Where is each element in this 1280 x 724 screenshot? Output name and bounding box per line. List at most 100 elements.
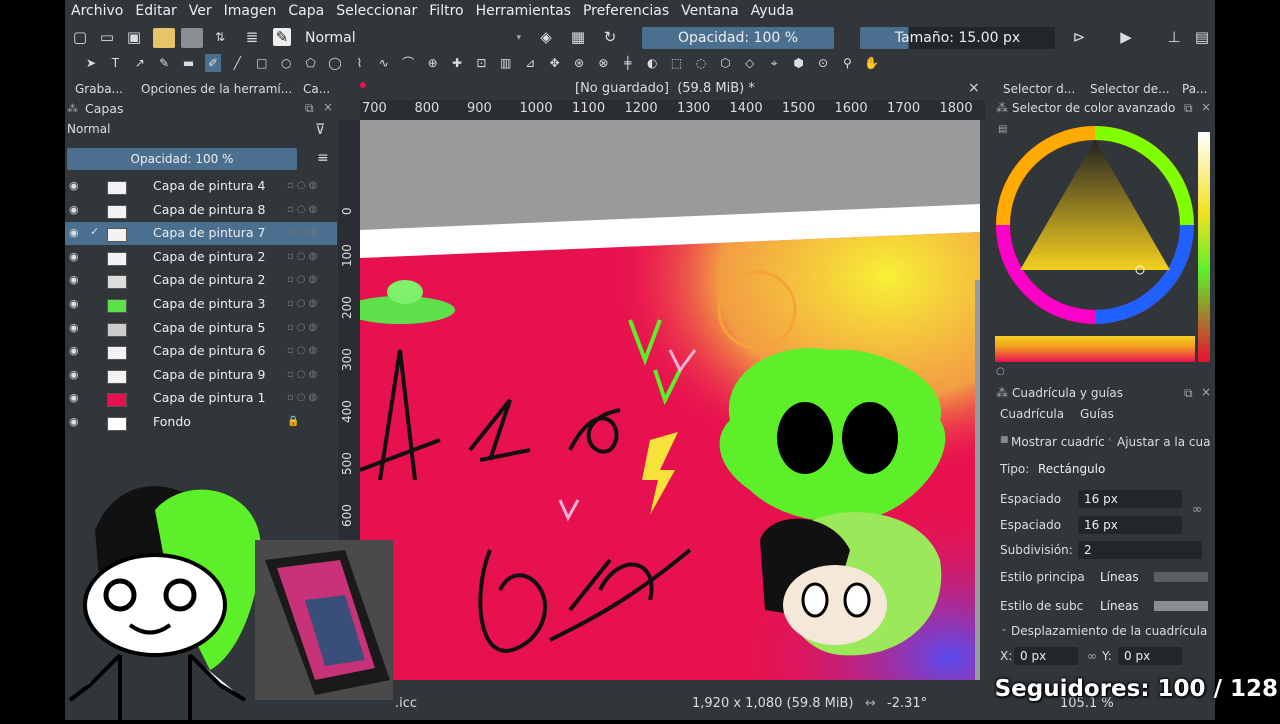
menu-imagen[interactable]: Imagen <box>218 3 283 19</box>
ellipse-icon[interactable]: ○ <box>278 54 294 72</box>
lock-icon[interactable]: ▫○◍ <box>287 274 320 285</box>
lock-icon[interactable]: ▫○◍ <box>287 369 320 380</box>
assistant-icon[interactable]: ✥ <box>547 54 563 72</box>
document-tab[interactable]: [No guardado] (59.8 MiB) * × <box>360 80 985 100</box>
drawing-canvas[interactable] <box>360 120 980 680</box>
tab-guides[interactable]: Guías <box>1080 407 1114 421</box>
tab-tool-options[interactable]: Opciones de la herramí... <box>141 82 292 96</box>
main-color-swatch[interactable] <box>1154 572 1208 582</box>
lock-icon[interactable]: ▫○◍ <box>287 345 320 356</box>
pan-icon[interactable]: ✋ <box>864 54 880 72</box>
contiguous-select-icon[interactable]: ⌖ <box>766 54 782 72</box>
tab-palette[interactable]: Pa... <box>1182 82 1208 96</box>
sub-style-select[interactable]: Líneas <box>1094 597 1154 615</box>
new-document-icon[interactable]: ▢ <box>71 28 89 46</box>
menu-ventana[interactable]: Ventana <box>675 3 745 19</box>
layer-row[interactable]: ◉ Capa de pintura 2 ▫○◍ <box>65 269 337 292</box>
pattern-icon[interactable]: ≣ <box>243 28 261 46</box>
layer-row[interactable]: ◉ Fondo 🔒 <box>65 411 337 434</box>
outline-select-icon[interactable]: ◇ <box>742 54 758 72</box>
layer-row[interactable]: ◉ Capa de pintura 6 ▫○◍ <box>65 340 337 363</box>
shade-selector[interactable] <box>995 336 1195 362</box>
reload-icon[interactable]: ↻ <box>601 28 619 46</box>
foreground-color-swatch[interactable] <box>153 28 175 48</box>
fill-icon[interactable]: ▬ <box>181 54 197 72</box>
gradient-icon[interactable]: ▥ <box>498 54 514 72</box>
lock-icon[interactable]: ▫○◍ <box>287 392 320 403</box>
float-icon-2[interactable]: ⧉ <box>1184 386 1193 401</box>
offset-label[interactable]: Desplazamiento de la cuadrícula <box>1011 624 1207 638</box>
menu-seleccionar[interactable]: Seleccionar <box>330 3 423 19</box>
background-color-swatch[interactable] <box>181 28 203 48</box>
freehand-brush-icon[interactable]: ✎ <box>156 54 172 72</box>
swap-colors-icon[interactable]: ⇅ <box>211 28 229 46</box>
freehand-path-icon[interactable]: ∿ <box>376 54 392 72</box>
lock-icon[interactable]: ▫○◍ <box>287 322 320 333</box>
drag-handle-icon-2[interactable]: ⁂ <box>996 386 1008 400</box>
lock-icon[interactable]: ▫○◍ <box>287 180 320 191</box>
brush-preset-icon[interactable]: ✎ <box>273 28 291 46</box>
workspace-icon[interactable]: ▤ <box>1193 28 1211 46</box>
size-slider[interactable]: Tamaño: 15.00 px <box>860 27 1055 49</box>
sub-color-swatch[interactable] <box>1154 601 1208 611</box>
menu-editar[interactable]: Editar <box>129 3 182 19</box>
layer-row[interactable]: ◉ Capa de pintura 5 ▫○◍ <box>65 317 337 340</box>
color-sampler-icon[interactable]: ⊿ <box>522 54 538 72</box>
wrap-icon[interactable]: ⊥ <box>1165 28 1183 46</box>
bezier-icon[interactable]: ⌇ <box>351 54 367 72</box>
eye-icon[interactable]: ◉ <box>69 368 79 381</box>
subdivision-input[interactable]: 2 <box>1078 541 1202 559</box>
link-icon[interactable]: ∞ <box>1192 502 1202 516</box>
blend-mode-select[interactable]: Normal ▾ <box>297 27 527 49</box>
polygon-select-icon[interactable]: ⬡ <box>717 54 733 72</box>
menu-filtro[interactable]: Filtro <box>423 3 469 19</box>
rectangle-icon[interactable]: □ <box>254 54 270 72</box>
close-icon-2[interactable]: × <box>1201 385 1211 399</box>
multibrush-icon[interactable]: ⊕ <box>425 54 441 72</box>
link-icon-2[interactable]: ∞ <box>1087 649 1097 663</box>
layer-row[interactable]: ◉ Capa de pintura 2 ▫○◍ <box>65 246 337 269</box>
menu-preferencias[interactable]: Preferencias <box>577 3 675 19</box>
polygon-icon[interactable]: ⬠ <box>303 54 319 72</box>
color-wheel[interactable] <box>995 122 1195 328</box>
eye-icon[interactable]: ◉ <box>69 250 79 263</box>
lock-icon[interactable]: ▫○◍ <box>287 298 320 309</box>
opacity-slider[interactable]: Opacidad: 100 % <box>642 27 834 49</box>
close-icon[interactable]: × <box>323 100 333 114</box>
show-grid-checkbox[interactable]: ■ <box>1000 435 1009 445</box>
eye-icon[interactable]: ◉ <box>69 297 79 310</box>
drag-handle-icon[interactable]: ⁂ <box>996 101 1008 115</box>
layer-blend-mode-select[interactable]: Normal <box>67 122 305 142</box>
grid-type-select[interactable]: Rectángulo <box>1032 460 1202 478</box>
rect-select-icon[interactable]: ⬚ <box>669 54 685 72</box>
layer-row[interactable]: ◉ Capa de pintura 3 ▫○◍ <box>65 293 337 316</box>
main-style-select[interactable]: Líneas <box>1094 568 1154 586</box>
lock-icon[interactable]: ▫○◍ <box>287 251 320 262</box>
offset-x-input[interactable]: 0 px <box>1014 647 1078 665</box>
zoom-icon[interactable]: ⚲ <box>839 54 855 72</box>
offset-y-input[interactable]: 0 px <box>1118 647 1182 665</box>
eye-icon[interactable]: ◉ <box>69 415 79 428</box>
eye-icon[interactable]: ◉ <box>69 179 79 192</box>
color-history-strip[interactable] <box>1198 132 1210 362</box>
spacing-x-input[interactable]: 16 px <box>1078 490 1182 508</box>
crop-icon[interactable]: ⊡ <box>473 54 489 72</box>
brush-icon[interactable]: ✐ <box>205 54 221 72</box>
menu-capa[interactable]: Capa <box>282 3 330 19</box>
select-shapes-icon[interactable]: ➤ <box>83 54 99 72</box>
layer-row[interactable]: ◉ Capa de pintura 9 ▫○◍ <box>65 364 337 387</box>
open-folder-icon[interactable]: ▭ <box>98 28 116 46</box>
menu-ver[interactable]: Ver <box>183 3 218 19</box>
float-icon[interactable]: ⧉ <box>1184 101 1193 116</box>
tab-layers-short[interactable]: Ca... <box>303 82 330 96</box>
move-icon[interactable]: ✚ <box>449 54 465 72</box>
reference-icon[interactable]: ⊗ <box>595 54 611 72</box>
mirror-vertical-icon[interactable]: ▶ <box>1117 28 1135 46</box>
tab-recorder[interactable]: Graba... <box>75 82 123 96</box>
filter-icon[interactable]: ⊽ <box>315 122 325 138</box>
eye-icon[interactable]: ◉ <box>69 321 79 334</box>
eye-icon[interactable]: ◉ <box>69 273 79 286</box>
layer-row[interactable]: ◉ Capa de pintura 1 ▫○◍ <box>65 387 337 410</box>
tab-grid[interactable]: Cuadrícula <box>1000 407 1064 421</box>
eye-icon[interactable]: ◉ <box>69 391 79 404</box>
